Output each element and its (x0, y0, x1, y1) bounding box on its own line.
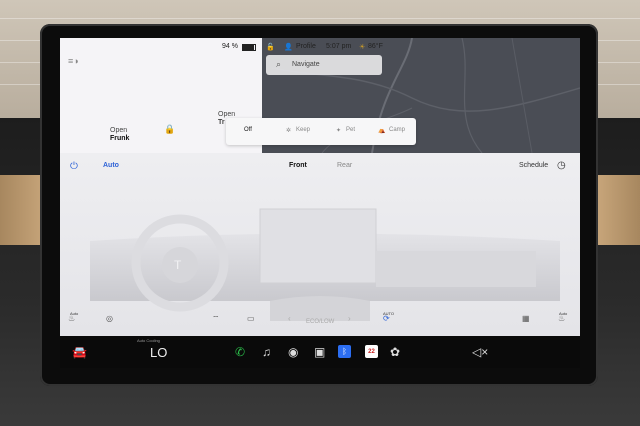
pet-icon: ✦ (336, 128, 342, 134)
cabin-interior-illustration: T (90, 208, 560, 321)
fan-speed-label: ECO/LOW (306, 319, 335, 325)
wood-trim-right (598, 175, 640, 245)
fan-increase-icon[interactable]: › (348, 314, 351, 323)
climate-panel: T ⏻ Auto Front Rear Schedule ◷ Auto ♨ ◎ … (60, 153, 580, 336)
profile-icon[interactable]: 👤 (284, 43, 293, 51)
apps-icon[interactable]: ✿ (390, 345, 400, 359)
bluetooth-icon[interactable]: ᛒ (338, 345, 351, 358)
recirculate-icon[interactable]: ⟳ (383, 314, 390, 323)
bottom-dock: 🚘 Auto Cooling LO ✆ ♫ ◉ ▣ ᛒ 22 ✿ ◁× (60, 336, 580, 368)
auto-climate-button[interactable]: Auto (103, 162, 119, 169)
svg-text:T: T (174, 258, 182, 272)
clock-icon[interactable]: ◷ (557, 160, 566, 171)
car-icon[interactable]: 🚘 (72, 345, 87, 359)
touchscreen: ≡◑ Open Frunk 🔒 Open Tr ▲ 94 % 🔓 👤 Profi… (60, 38, 580, 336)
frunk-label: Frunk (110, 135, 130, 142)
trunk-action: Open (218, 111, 236, 118)
seat-heater-left-icon[interactable]: ♨ (68, 314, 75, 323)
sentry-icon[interactable]: 🔓 (266, 43, 275, 51)
open-frunk-button[interactable]: Open Frunk (110, 127, 129, 143)
trunk-label: Tr (218, 119, 225, 126)
mode-off[interactable]: Off (244, 127, 252, 133)
calendar-icon[interactable]: 22 (365, 345, 378, 358)
camera-icon[interactable]: ◉ (288, 345, 298, 359)
mode-pet[interactable]: Pet (346, 127, 355, 133)
frunk-action: Open (110, 127, 128, 134)
mode-keep[interactable]: Keep (296, 127, 310, 133)
lock-icon[interactable]: 🔒 (164, 124, 175, 135)
keep-icon: ✲ (286, 128, 292, 134)
profile-button[interactable]: Profile (296, 43, 316, 50)
fan-decrease-icon[interactable]: ‹ (288, 314, 291, 323)
airflow-icon[interactable]: ⌔ (212, 314, 220, 324)
tab-front[interactable]: Front (289, 162, 307, 169)
outside-temperature: 86°F (368, 43, 383, 50)
search-icon: ⌕ (276, 59, 282, 69)
phone-icon[interactable]: ✆ (235, 345, 245, 359)
battery-icon (242, 44, 256, 51)
temperature-setting[interactable]: LO (150, 345, 167, 360)
navigate-search[interactable]: ⌕ Navigate (266, 55, 382, 75)
camp-icon: ⛺ (378, 128, 386, 134)
toybox-icon[interactable]: ▣ (314, 345, 325, 359)
mode-camp[interactable]: Camp (389, 127, 405, 133)
navigate-placeholder: Navigate (292, 61, 320, 68)
steering-heater-icon[interactable]: ◎ (106, 314, 113, 323)
volume-mute-icon[interactable]: ◁× (472, 345, 488, 359)
weather-icon: ☀ (359, 44, 366, 51)
seat-heater-right-icon[interactable]: ♨ (558, 314, 565, 323)
music-icon[interactable]: ♫ (262, 345, 271, 359)
wood-trim-left (0, 175, 45, 245)
clock-time: 5:07 pm (326, 43, 352, 50)
tab-rear[interactable]: Rear (337, 162, 352, 169)
temp-caption: Auto Cooling (137, 338, 160, 343)
defrost-front-icon[interactable]: ▭ (247, 314, 255, 323)
battery-level: 94 % (222, 43, 238, 50)
climate-mode-selector: Off ✲ Keep ✦ Pet ⛺ Camp (226, 118, 416, 145)
power-icon[interactable]: ⏻ (70, 161, 78, 172)
schedule-button[interactable]: Schedule (519, 162, 548, 169)
headlights-icon[interactable]: ≡◑ (68, 56, 79, 66)
defrost-rear-icon[interactable]: ▦ (522, 314, 530, 323)
